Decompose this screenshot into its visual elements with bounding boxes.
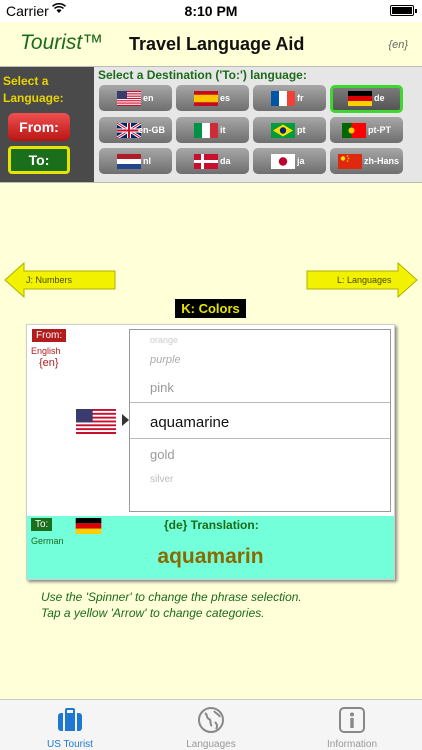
- spinner-item[interactable]: silver: [150, 474, 173, 485]
- lang-button-es[interactable]: es: [176, 85, 249, 111]
- translation-panel: To: German {de} Translation: aquamarin: [27, 516, 394, 579]
- brand-title: Tourist™: [20, 31, 104, 54]
- spinner-item[interactable]: gold: [150, 447, 175, 462]
- lang-button-en-gb[interactable]: en-GB: [99, 117, 172, 143]
- lang-code-label: da: [220, 156, 231, 166]
- lang-button-zh-hans[interactable]: zh-Hans: [330, 148, 403, 174]
- next-category-arrow[interactable]: L: Languages: [306, 262, 418, 298]
- lang-button-de[interactable]: de: [330, 85, 403, 113]
- lang-code-label: en-GB: [138, 125, 165, 135]
- lang-button-da[interactable]: da: [176, 148, 249, 174]
- direction-panel: Select a Language: From: To:: [0, 67, 94, 182]
- spain-flag-icon: [194, 91, 218, 106]
- lang-code-label: pt-PT: [368, 125, 391, 135]
- lang-code-label: fr: [297, 93, 304, 103]
- page-title: Travel Language Aid: [129, 34, 305, 54]
- translation-label: {de} Translation:: [164, 518, 259, 532]
- brazil-flag-icon: [271, 123, 295, 138]
- netherlands-flag-icon: [117, 154, 141, 169]
- category-title: K: Colors: [175, 299, 246, 318]
- germany-flag-icon: [75, 518, 102, 534]
- app-header: Tourist™ Travel Language Aid {en}: [0, 22, 422, 66]
- lang-code-label: es: [220, 93, 231, 103]
- denmark-flag-icon: [194, 154, 218, 169]
- lang-code-label: en: [143, 93, 154, 103]
- tab-us-tourist[interactable]: US Tourist: [0, 700, 140, 750]
- france-flag-icon: [271, 91, 295, 106]
- spinner-item[interactable]: orange: [150, 335, 178, 345]
- selection-line-bottom: [130, 438, 390, 439]
- spinner-item[interactable]: purple: [150, 354, 181, 366]
- portugal-flag-icon: [342, 123, 366, 138]
- spinner-item[interactable]: pink: [150, 380, 174, 395]
- lang-button-en[interactable]: en: [99, 85, 172, 111]
- lang-code-label: ja: [297, 156, 305, 166]
- next-category-label: L: Languages: [337, 275, 392, 285]
- selection-line-top: [130, 402, 390, 403]
- japan-flag-icon: [271, 154, 295, 169]
- lang-button-it[interactable]: it: [176, 117, 249, 143]
- phrase-card: From: English {en} orange purple pink aq…: [26, 324, 395, 580]
- lang-code-label: it: [220, 125, 226, 135]
- globe-icon: [198, 707, 224, 733]
- germany-flag-icon: [348, 91, 372, 106]
- tab-information[interactable]: Information: [282, 700, 422, 750]
- select-language-label: Select a Language:: [3, 74, 64, 105]
- spinner-item-selected[interactable]: aquamarine: [150, 414, 229, 431]
- lang-code-label: pt: [297, 125, 306, 135]
- language-selector: Select a Language: From: To: Select a De…: [0, 66, 422, 183]
- help-line-arrow: Tap a yellow 'Arrow' to change categorie…: [41, 606, 265, 620]
- translation-text[interactable]: aquamarin: [27, 545, 394, 569]
- destination-label: Select a Destination ('To:') language:: [98, 68, 307, 82]
- lang-code-label: nl: [143, 156, 151, 166]
- phrase-spinner[interactable]: orange purple pink aquamarine gold silve…: [129, 329, 391, 512]
- info-icon: [339, 707, 365, 733]
- help-line-spinner: Use the 'Spinner' to change the phrase s…: [41, 590, 302, 604]
- italy-flag-icon: [194, 123, 218, 138]
- prev-category-label: J: Numbers: [26, 275, 73, 285]
- from-language: English: [31, 346, 61, 356]
- clock: 8:10 PM: [184, 3, 238, 19]
- suitcase-icon: [58, 708, 82, 731]
- tab-bar: US Tourist Languages Information: [0, 699, 422, 750]
- us-flag-icon: [117, 91, 141, 106]
- us-flag-icon: [76, 409, 116, 434]
- status-bar: Carrier 8:10 PM: [0, 0, 422, 22]
- from-language-code: {en}: [39, 357, 59, 369]
- tab-label: US Tourist: [47, 739, 93, 750]
- tab-label: Languages: [186, 739, 236, 750]
- battery-icon: [390, 5, 417, 16]
- selection-pointer-icon: [122, 414, 129, 426]
- to-tag: To:: [31, 518, 53, 531]
- lang-button-nl[interactable]: nl: [99, 148, 172, 174]
- to-button[interactable]: To:: [8, 146, 70, 174]
- from-tag: From:: [32, 329, 67, 342]
- current-language-code: {en}: [388, 39, 408, 51]
- china-flag-icon: [338, 154, 362, 169]
- help-text: Use the 'Spinner' to change the phrase s…: [41, 589, 302, 621]
- prev-category-arrow[interactable]: J: Numbers: [4, 262, 116, 298]
- lang-button-pt[interactable]: pt: [253, 117, 326, 143]
- lang-button-fr[interactable]: fr: [253, 85, 326, 111]
- tab-languages[interactable]: Languages: [141, 700, 281, 750]
- tab-label: Information: [326, 739, 378, 750]
- lang-button-pt-pt[interactable]: pt-PT: [330, 117, 403, 143]
- lang-code-label: zh-Hans: [364, 156, 400, 166]
- from-button[interactable]: From:: [8, 113, 70, 141]
- lang-code-label: de: [374, 93, 385, 103]
- lang-button-ja[interactable]: ja: [253, 148, 326, 174]
